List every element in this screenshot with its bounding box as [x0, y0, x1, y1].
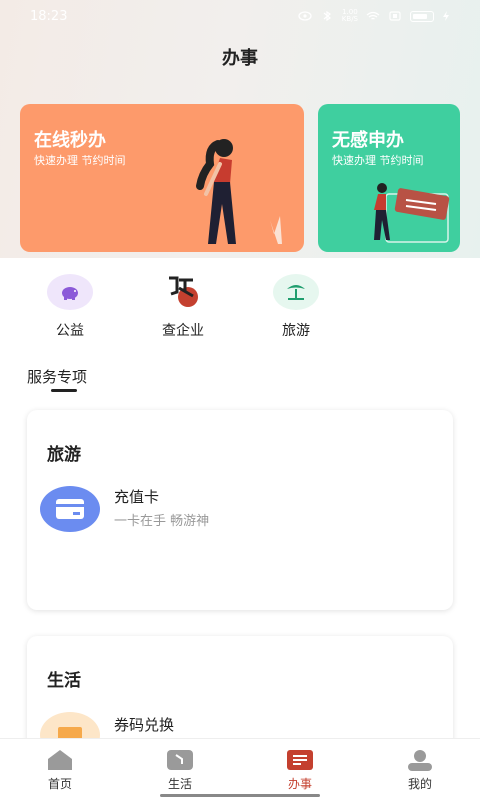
service-name[interactable]: 券码兑换: [114, 714, 174, 735]
quick-link-enterprise[interactable]: 查企业: [138, 274, 228, 340]
quick-link-label: 旅游: [282, 323, 310, 339]
tab-life[interactable]: 生活: [120, 739, 240, 800]
tab-label: 首页: [47, 777, 72, 791]
home-icon: [46, 749, 74, 771]
banner-subtitle: 快速办理 节约时间: [34, 154, 126, 167]
network-speed: 1.00 KB/S: [341, 8, 358, 23]
status-icons: 1.00 KB/S: [298, 9, 450, 23]
tab-label: 我的: [407, 777, 432, 791]
tab-profile[interactable]: 我的: [360, 739, 480, 800]
palm-island-icon: [273, 274, 319, 310]
life-icon: [166, 749, 194, 771]
section-underline: [51, 389, 77, 392]
section-label[interactable]: 服务专项: [27, 366, 87, 387]
piggy-bank-icon: [47, 274, 93, 310]
service-name[interactable]: 充值卡: [114, 486, 159, 507]
tab-label: 办事: [287, 777, 312, 791]
wifi-icon: [366, 11, 380, 20]
tab-label: 生活: [167, 777, 192, 791]
banner-title: 无感申办: [332, 130, 404, 151]
company-logo-icon: [160, 274, 206, 310]
tab-home[interactable]: 首页: [0, 739, 120, 800]
banner-title: 在线秒办: [34, 130, 106, 151]
quick-link-travel[interactable]: 旅游: [251, 274, 341, 340]
status-bar: 18:23 1.00 KB/S: [0, 0, 480, 32]
status-time: 18:23: [30, 8, 68, 24]
page-title: 办事: [222, 48, 258, 69]
service-desc: 一卡在手 畅游神: [114, 514, 210, 529]
banner-subtitle: 快速办理 节约时间: [332, 154, 424, 167]
card-icon: [40, 486, 100, 532]
sim-icon: [389, 11, 401, 21]
quick-link-charity[interactable]: 公益: [25, 274, 115, 340]
bottom-tabbar: 首页 生活 办事 我的: [0, 738, 480, 800]
profile-icon: [406, 749, 434, 771]
charging-icon: [443, 11, 449, 21]
tab-service[interactable]: 办事: [240, 739, 360, 800]
battery-icon: [410, 10, 434, 22]
bluetooth-icon: [323, 11, 331, 21]
card-title: 生活: [47, 671, 81, 691]
service-card-travel: 旅游 充值卡 一卡在手 畅游神: [27, 410, 453, 610]
quick-link-label: 公益: [56, 323, 84, 339]
cards-illustration-icon: [374, 183, 450, 243]
home-indicator[interactable]: [160, 794, 320, 797]
quick-link-label: 查企业: [162, 323, 204, 339]
woman-illustration-icon: [196, 139, 282, 244]
card-title: 旅游: [47, 445, 81, 465]
banner-seamless-service[interactable]: 无感申办 快速办理 节约时间: [318, 104, 460, 252]
eye-icon: [298, 11, 312, 21]
service-icon: [286, 749, 314, 771]
banner-online-service[interactable]: 在线秒办 快速办理 节约时间: [20, 104, 304, 252]
